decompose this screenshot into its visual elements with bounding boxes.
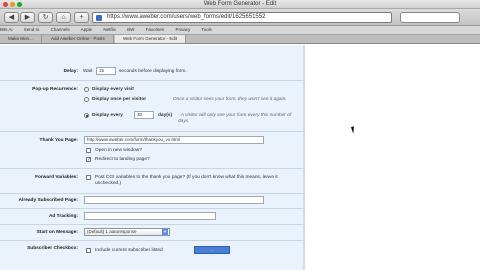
recurrence-days-input[interactable]: 30	[134, 111, 154, 119]
include-subscriber-checkbox[interactable]	[86, 248, 91, 253]
search-field[interactable]	[400, 12, 460, 23]
bookmark-item[interactable]: Channels	[51, 27, 70, 32]
recurrence-once-note: - Once a visitor sees your form, they wo…	[170, 97, 287, 102]
site-favicon-icon	[96, 15, 102, 21]
tab-make-mon[interactable]: Make Mon...	[0, 35, 42, 43]
already-subscribed-label: Already Subscribed Page:	[18, 198, 78, 203]
redirect-label: Redirect to landing page?	[95, 157, 150, 162]
divider	[0, 240, 305, 241]
bookmark-add-icon[interactable]: +	[74, 12, 89, 23]
browser-toolbar: ◀ ▶ ↻ ⌂ + https://www.aweber.com/users/w…	[0, 9, 480, 26]
recurrence-days-suffix: day(s)	[158, 113, 173, 118]
divider	[0, 168, 305, 169]
delay-seconds-input[interactable]: 15	[96, 67, 116, 75]
tab-web-form-generator[interactable]: Web Form Generator - Edit	[115, 35, 187, 43]
recurrence-days-radio[interactable]	[84, 113, 89, 118]
recurrence-label: Pop-up Recurrence:	[32, 87, 78, 92]
bookmark-item[interactable]: Tools	[201, 27, 212, 32]
start-on-message-label: Start on Message:	[36, 230, 78, 235]
bookmark-item[interactable]: Netflix	[103, 27, 116, 32]
thankyou-url-input[interactable]: http://www.aweber.com/form/thankyou_vo.h…	[84, 136, 264, 144]
divider	[0, 193, 305, 194]
ad-tracking-input[interactable]	[84, 212, 216, 220]
already-subscribed-input[interactable]	[84, 196, 264, 204]
forward-variables-checkbox[interactable]	[86, 175, 91, 180]
ad-tracking-label: Ad Tracking:	[48, 214, 78, 219]
divider	[0, 208, 305, 209]
start-on-message-select[interactable]: (Default) 1 autoresponse ▼	[84, 228, 170, 236]
delay-prefix: Wait	[83, 69, 93, 74]
window-title: Web Form Generator - Edit	[203, 1, 277, 7]
delay-suffix: seconds before displaying form.	[119, 69, 187, 74]
delay-label: Delay:	[63, 69, 78, 74]
subscriber-options-button[interactable]: ...	[194, 246, 230, 254]
open-new-window-label: Open in new window?	[95, 148, 142, 153]
forward-variables-text: Post CGI variables to the thank you page…	[95, 175, 278, 186]
tab-bar: Make Mon... Add Aweber Online - Posts We…	[0, 35, 480, 44]
recurrence-every-visit-radio[interactable]	[84, 87, 89, 92]
thankyou-label: Thank You Page:	[39, 138, 78, 143]
bookmark-item[interactable]: Favorites	[146, 27, 165, 32]
url-text: https://www.aweber.com/users/web_forms/e…	[107, 14, 266, 20]
bookmark-item[interactable]: Send to	[24, 27, 40, 32]
divider	[0, 224, 305, 225]
subscriber-checkbox-label: Subscriber Checkbox:	[27, 246, 78, 251]
bookmark-item[interactable]: Apple	[81, 27, 93, 32]
bookmark-item[interactable]: Bits Ai	[0, 27, 13, 32]
address-bar[interactable]: https://www.aweber.com/users/web_forms/e…	[92, 12, 392, 23]
recurrence-days-prefix: Display every	[92, 113, 123, 118]
divider	[0, 131, 305, 132]
recurrence-once-radio[interactable]	[84, 97, 89, 102]
redirect-checkbox[interactable]: ✓	[86, 157, 91, 163]
home-icon[interactable]: ⌂	[56, 12, 71, 23]
forward-arrow-icon[interactable]: ▶	[20, 12, 35, 23]
start-on-message-value: (Default) 1 autoresponse	[87, 229, 137, 234]
recurrence-every-visit-label: Display every visit	[92, 87, 134, 92]
recurrence-days-note: - A visitor will only see your form ever…	[178, 113, 292, 124]
reload-icon[interactable]: ↻	[38, 12, 53, 23]
page-blank-area	[307, 45, 480, 270]
tab-add-aweber[interactable]: Add Aweber Online - Posts	[43, 35, 114, 43]
window-title-bar: Web Form Generator - Edit	[0, 0, 480, 9]
bookmark-item[interactable]: BW	[127, 27, 134, 32]
divider	[0, 80, 305, 81]
form-settings-panel	[0, 45, 305, 270]
include-subscriber-text: Include current subscriber listed	[95, 248, 163, 253]
bookmark-item[interactable]: Privacy	[175, 27, 190, 32]
chevron-down-icon: ▼	[162, 229, 168, 235]
bookmarks-bar: Bits Ai Send to Channels Apple Netflix B…	[0, 26, 480, 35]
open-new-window-checkbox[interactable]	[86, 148, 91, 153]
back-arrow-icon[interactable]: ◀	[4, 12, 19, 23]
recurrence-once-label: Display once per visitor	[92, 97, 147, 102]
forward-variables-label: Forward Variables:	[35, 175, 78, 180]
